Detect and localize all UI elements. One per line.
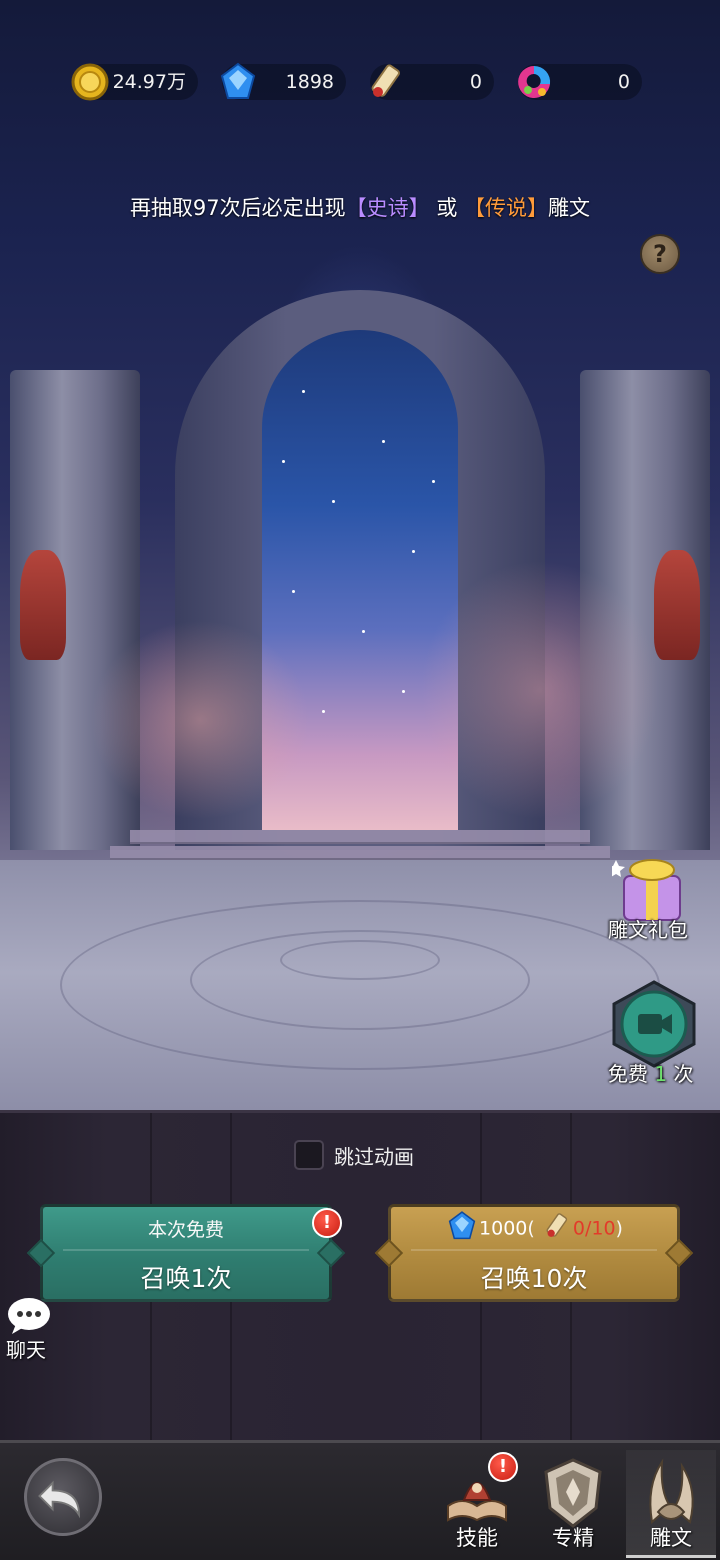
pity-notice: 再抽取97次后必定出现【史诗】 或 【传说】雕文	[129, 196, 591, 220]
tab-glyphs[interactable]: 雕文	[626, 1450, 716, 1558]
summon-once-button[interactable]: 本次免费 召唤1次	[26, 1204, 346, 1302]
free-this-time-label: 本次免费	[147, 1219, 224, 1241]
scroll-value: 0	[469, 71, 482, 93]
chat-label[interactable]: 聊天	[6, 1334, 46, 1363]
back-arrow-icon	[38, 1480, 80, 1519]
tab-mastery[interactable]: 专精	[528, 1450, 618, 1558]
gold-value: 24.97万	[112, 71, 186, 93]
summon-scroll-icon	[371, 64, 400, 97]
scroll-progress: 0/10	[572, 1217, 616, 1240]
legend-tag: 【传说】	[464, 196, 549, 220]
skip-animation-label[interactable]: 跳过动画	[334, 1141, 414, 1170]
summon-hall-background	[0, 0, 720, 1110]
gold-coin-icon	[71, 63, 109, 101]
gold-counter[interactable]: 24.97万	[71, 63, 198, 101]
rainbow-gem-icon	[518, 65, 551, 98]
summon-scroll-icon	[546, 1213, 567, 1237]
skip-animation-checkbox[interactable]	[294, 1140, 324, 1170]
glyph-gift-label[interactable]: 雕文礼包	[608, 914, 688, 943]
blue-diamond-icon	[220, 62, 256, 99]
diamond-value: 1898	[285, 71, 334, 93]
scroll-counter[interactable]: 0	[370, 64, 494, 100]
glyph-horn-icon	[649, 1458, 694, 1524]
rainbow-gem-counter[interactable]: 0	[518, 64, 642, 100]
mastery-shield-icon	[544, 1458, 602, 1528]
summon-once-label: 召唤1次	[140, 1264, 232, 1293]
epic-tag: 【史诗】	[345, 196, 430, 220]
back-button[interactable]	[24, 1458, 102, 1536]
summon-ten-button[interactable]: 1000( 0/10) 召唤10次	[374, 1204, 694, 1302]
chat-bubble-icon[interactable]	[6, 1296, 52, 1336]
free-video-label: 免费 1 次	[608, 1062, 694, 1086]
summon-ten-label: 召唤10次	[480, 1264, 588, 1293]
summon-ten-cost: 1000( 0/10)	[391, 1211, 677, 1243]
help-button[interactable]: ?	[640, 234, 680, 274]
summon-once-alert-icon: !	[312, 1208, 342, 1238]
skills-alert-icon: !	[488, 1452, 518, 1482]
blue-diamond-icon	[448, 1211, 476, 1240]
diamond-counter[interactable]: 1898	[220, 62, 346, 100]
rainbow-gem-value: 0	[617, 71, 630, 93]
free-video-button[interactable]	[610, 980, 698, 1068]
